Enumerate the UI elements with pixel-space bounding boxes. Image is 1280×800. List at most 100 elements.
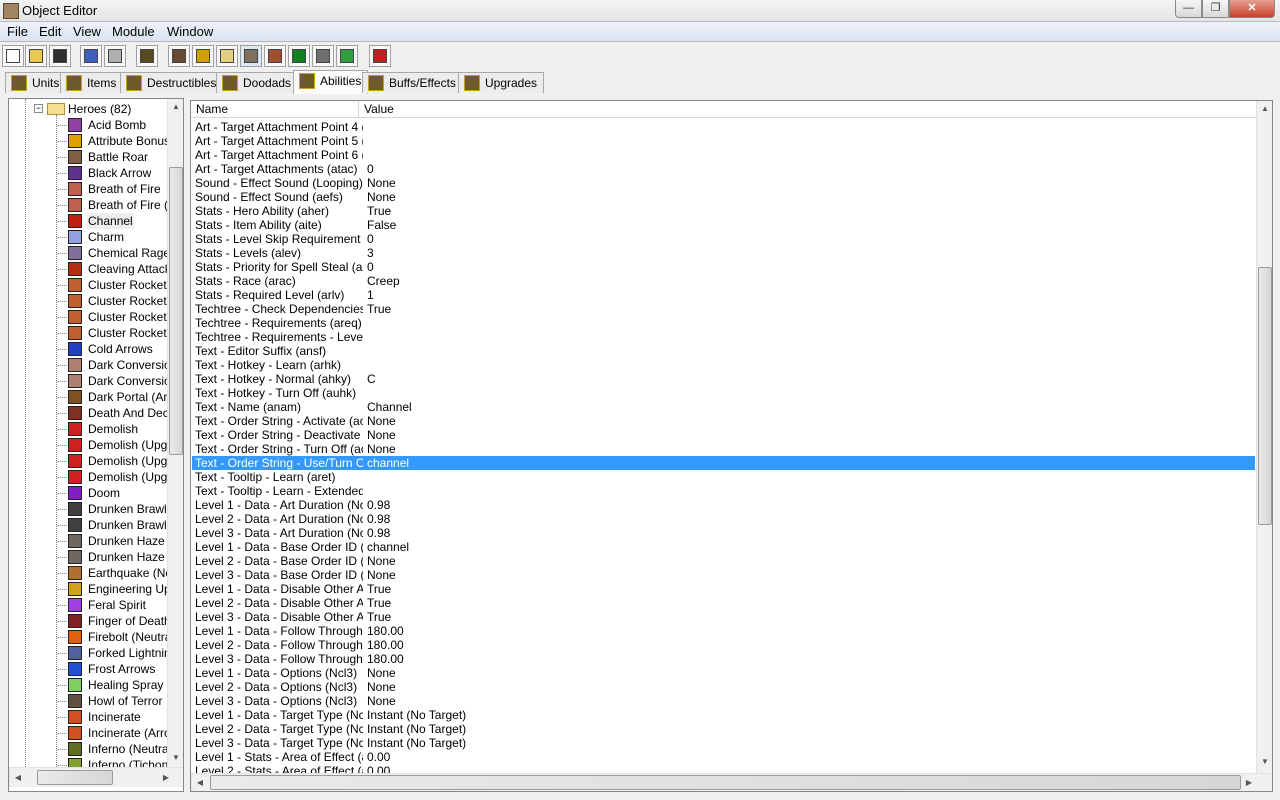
field-row[interactable]: Level 3 - Data - Disable Other A... True <box>192 610 1255 624</box>
menu-view[interactable]: View <box>71 24 103 39</box>
tree-item[interactable]: Cluster Rockets <box>9 325 167 341</box>
tree-item[interactable]: Finger of Death ( <box>9 613 167 629</box>
tree-horizontal-scrollbar[interactable]: ◀ ▶ <box>9 767 183 787</box>
scroll-left-arrow-icon[interactable]: ◀ <box>192 778 208 787</box>
grid-vertical-scrollbar[interactable]: ▲ ▼ <box>1256 101 1272 773</box>
field-row[interactable]: Level 1 - Data - Target Type (Nc... Insta… <box>192 708 1255 722</box>
field-row[interactable]: Level 1 - Data - Follow Through ... 180.0… <box>192 624 1255 638</box>
field-row[interactable]: Level 2 - Data - Base Order ID (... None <box>192 554 1255 568</box>
tree-item[interactable]: Healing Spray <box>9 677 167 693</box>
tab-abilities[interactable]: Abilities <box>293 70 369 94</box>
tree-item[interactable]: Drunken Brawler <box>9 517 167 533</box>
tab-doodads[interactable]: Doodads <box>216 72 299 93</box>
field-row[interactable]: Text - Hotkey - Normal (ahky) C <box>192 372 1255 386</box>
menu-module[interactable]: Module <box>110 24 157 39</box>
field-row[interactable]: Level 2 - Data - Disable Other A... True <box>192 596 1255 610</box>
field-row[interactable]: Art - Target Attachment Point 5 (... <box>192 134 1255 148</box>
column-header-value[interactable]: Value <box>359 101 1256 118</box>
tree-item[interactable]: Breath of Fire <box>9 181 167 197</box>
scroll-down-arrow-icon[interactable]: ▼ <box>168 753 183 762</box>
toolbar-save-button[interactable] <box>49 45 71 67</box>
field-row[interactable]: Text - Order String - Activate (aoro) Non… <box>192 414 1255 428</box>
field-row[interactable]: Stats - Hero Ability (aher) True <box>192 204 1255 218</box>
tree-item[interactable]: Acid Bomb <box>9 117 167 133</box>
tree-item[interactable]: Breath of Fire (Ch <box>9 197 167 213</box>
tree-item[interactable]: Cluster Rockets <box>9 293 167 309</box>
menu-window[interactable]: Window <box>165 24 215 39</box>
tree-item[interactable]: Death And Deca <box>9 405 167 421</box>
tree-vertical-scrollbar[interactable]: ▲ ▼ <box>167 99 183 767</box>
tree-item[interactable]: Cluster Rockets <box>9 277 167 293</box>
tree-item[interactable]: Cleaving Attack <box>9 261 167 277</box>
toolbar-terrain-button[interactable] <box>168 45 190 67</box>
scroll-down-arrow-icon[interactable]: ▼ <box>1257 757 1272 766</box>
tree-item[interactable]: Chemical Rage <box>9 245 167 261</box>
field-row[interactable]: Text - Tooltip - Learn - Extended ... <box>192 484 1255 498</box>
tree-item[interactable]: Forked Lightning <box>9 645 167 661</box>
field-row[interactable]: Stats - Levels (alev) 3 <box>192 246 1255 260</box>
tree-item[interactable]: Cold Arrows <box>9 341 167 357</box>
tree-item[interactable]: Dark Conversion <box>9 373 167 389</box>
field-row[interactable]: Level 3 - Data - Follow Through ... 180.0… <box>192 652 1255 666</box>
tree-item[interactable]: Drunken Haze (C <box>9 549 167 565</box>
grid-scroll-thumb[interactable] <box>1258 267 1272 525</box>
tab-destructibles[interactable]: Destructibles <box>120 72 224 93</box>
tree-folder-heroes[interactable]: − Heroes (82) <box>9 101 167 117</box>
tree-scroll-thumb[interactable] <box>169 167 183 455</box>
field-row[interactable]: Stats - Priority for Spell Steal (apri) 0 <box>192 260 1255 274</box>
field-row[interactable]: Text - Editor Suffix (ansf) <box>192 344 1255 358</box>
toolbar-model-button[interactable] <box>312 45 334 67</box>
toolbar-test-button[interactable] <box>369 45 391 67</box>
field-row[interactable]: Techtree - Check Dependencies... True <box>192 302 1255 316</box>
tree-item[interactable]: Channel <box>9 213 167 229</box>
field-row[interactable]: Art - Target Attachment Point 6 (... <box>192 148 1255 162</box>
tree-item[interactable]: Attribute Bonus <box>9 133 167 149</box>
tab-items[interactable]: Items <box>60 72 124 93</box>
field-row[interactable]: Level 1 - Data - Art Duration (Ncl4) 0.98 <box>192 498 1255 512</box>
tree-item[interactable]: Dark Conversion <box>9 357 167 373</box>
field-row[interactable]: Level 2 - Data - Options (Ncl3) None <box>192 680 1255 694</box>
field-row[interactable]: Level 1 - Data - Options (Ncl3) None <box>192 666 1255 680</box>
minimize-button[interactable]: — <box>1175 0 1202 18</box>
tab-upgrades[interactable]: Upgrades <box>458 72 545 93</box>
tree-item[interactable]: Firebolt (Neutral I <box>9 629 167 645</box>
field-row[interactable]: Text - Tooltip - Learn (aret) <box>192 470 1255 484</box>
grid-horizontal-scrollbar[interactable]: ◀ ▶ <box>191 773 1272 791</box>
maximize-button[interactable]: ❐ <box>1202 0 1229 18</box>
tree-item[interactable]: Demolish (Upgra <box>9 453 167 469</box>
field-row[interactable]: Text - Name (anam) Channel <box>192 400 1255 414</box>
field-row[interactable]: Techtree - Requirements (areq) <box>192 316 1255 330</box>
tree-item[interactable]: Inferno (Tichond <box>9 757 167 767</box>
tree-item[interactable]: Feral Spirit <box>9 597 167 613</box>
field-row[interactable]: Stats - Item Ability (aite) False <box>192 218 1255 232</box>
tree-item[interactable]: Demolish (Upgra <box>9 469 167 485</box>
tree-item[interactable]: Dark Portal (Arch <box>9 389 167 405</box>
toolbar-text-button[interactable] <box>192 45 214 67</box>
field-row[interactable]: Text - Hotkey - Turn Off (auhk) <box>192 386 1255 400</box>
toolbar-units-button[interactable] <box>240 45 262 67</box>
toolbar-new-button[interactable] <box>2 45 24 67</box>
scroll-up-arrow-icon[interactable]: ▲ <box>1257 104 1272 113</box>
toolbar-copy-button[interactable] <box>80 45 102 67</box>
tree-item[interactable]: Inferno (Neutral I <box>9 741 167 757</box>
field-row[interactable]: Level 2 - Data - Target Type (Nc... Insta… <box>192 722 1255 736</box>
field-row[interactable]: Level 3 - Data - Art Duration (Ncl4) 0.98 <box>192 526 1255 540</box>
field-row[interactable]: Level 2 - Data - Art Duration (Ncl4) 0.98 <box>192 512 1255 526</box>
menu-file[interactable]: File <box>5 24 30 39</box>
field-row[interactable]: Techtree - Requirements - Level... <box>192 330 1255 344</box>
tree-item[interactable]: Drunken Haze <box>9 533 167 549</box>
toolbar-abilities-button[interactable] <box>136 45 158 67</box>
toolbar-paste-button[interactable] <box>104 45 126 67</box>
field-row[interactable]: Sound - Effect Sound (aefs) None <box>192 190 1255 204</box>
tree-item[interactable]: Engineering Upg <box>9 581 167 597</box>
tree-item[interactable]: Earthquake (Neu <box>9 565 167 581</box>
scroll-right-arrow-icon[interactable]: ▶ <box>158 773 174 782</box>
field-row[interactable]: Level 1 - Data - Base Order ID (... chann… <box>192 540 1255 554</box>
field-row[interactable]: Level 1 - Stats - Area of Effect (a... 0.… <box>192 750 1255 764</box>
close-button[interactable]: ✕ <box>1229 0 1275 18</box>
toolbar-sound-button[interactable] <box>216 45 238 67</box>
toolbar-import-button[interactable] <box>336 45 358 67</box>
field-row[interactable]: Level 1 - Data - Disable Other A... True <box>192 582 1255 596</box>
expander-minus-icon[interactable]: − <box>34 104 43 113</box>
field-row[interactable]: Level 3 - Data - Options (Ncl3) None <box>192 694 1255 708</box>
